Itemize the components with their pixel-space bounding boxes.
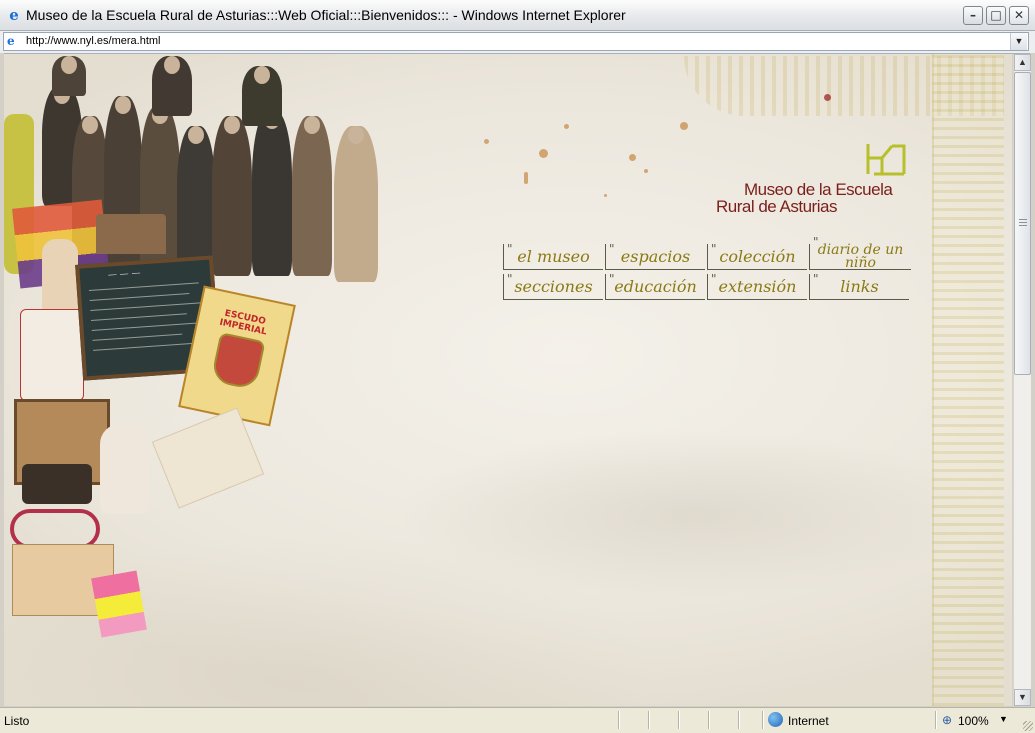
address-bar: e http://www.nyl.es/mera.html ▼ bbox=[0, 31, 1035, 54]
statue-image bbox=[42, 239, 78, 319]
page-icon: e bbox=[7, 34, 15, 48]
ink-splat bbox=[604, 194, 607, 197]
scroll-down-button[interactable]: ▼ bbox=[1014, 689, 1031, 706]
horreo-image bbox=[96, 214, 166, 254]
status-bar: Listo Internet ⊕ 100% ▼ bbox=[0, 707, 1035, 733]
url-text[interactable]: http://www.nyl.es/mera.html bbox=[26, 35, 161, 47]
book-title: ESCUDO IMPERIAL bbox=[218, 308, 268, 338]
nav-secciones[interactable]: " secciones bbox=[503, 272, 603, 300]
ink-splat bbox=[564, 124, 569, 129]
museum-logo-icon bbox=[866, 144, 906, 176]
security-zone-label: Internet bbox=[788, 714, 829, 728]
globe-icon bbox=[768, 712, 783, 727]
scroll-thumb[interactable] bbox=[1014, 72, 1031, 375]
eraser-image bbox=[91, 570, 147, 638]
status-text: Listo bbox=[4, 714, 30, 728]
nav-educacion[interactable]: " educación bbox=[605, 272, 705, 300]
doll-image bbox=[100, 424, 148, 514]
nav-links[interactable]: " links bbox=[809, 272, 909, 300]
nav-diario-de-un-nino[interactable]: " diario de un niño bbox=[809, 236, 911, 270]
coat-of-arms bbox=[210, 332, 266, 391]
resize-grip-icon[interactable] bbox=[1023, 721, 1033, 731]
sewing-machine-image bbox=[22, 464, 92, 504]
nav-extension[interactable]: " extensión bbox=[707, 272, 807, 300]
collage-image: — — — ESCUDO IMPERIAL bbox=[4, 54, 394, 654]
ink-splat bbox=[484, 139, 489, 144]
ink-splat bbox=[680, 122, 688, 130]
zoom-dropdown-icon[interactable]: ▼ bbox=[999, 714, 1008, 724]
letter-image bbox=[151, 407, 265, 509]
vertical-scrollbar[interactable]: ▲ ▼ bbox=[1013, 54, 1031, 706]
ink-splat bbox=[629, 154, 636, 161]
address-field[interactable]: e http://www.nyl.es/mera.html ▼ bbox=[3, 32, 1029, 51]
title-bar: e Museo de la Escuela Rural de Asturias:… bbox=[0, 0, 1035, 31]
museum-logo[interactable]: Museo de la Escuela Rural de Asturias bbox=[716, 134, 916, 224]
nav-el-museo[interactable]: " el museo bbox=[503, 242, 603, 270]
scroll-up-button[interactable]: ▲ bbox=[1014, 54, 1031, 71]
nav-coleccion[interactable]: " colección bbox=[707, 242, 807, 270]
scroll-grip-icon bbox=[1019, 219, 1027, 226]
address-dropdown-button[interactable]: ▼ bbox=[1010, 33, 1027, 50]
ink-splat bbox=[524, 172, 528, 184]
ornament-border bbox=[932, 54, 1004, 706]
ink-splat bbox=[644, 169, 648, 173]
ink-splat bbox=[824, 94, 831, 101]
page-content: — — — ESCUDO IMPERIAL Museo de la Escuel… bbox=[4, 54, 1012, 706]
jug-image bbox=[20, 309, 84, 401]
zoom-level[interactable]: 100% bbox=[958, 714, 989, 728]
ie-icon: e bbox=[9, 6, 19, 24]
ink-splat bbox=[539, 149, 548, 158]
nav-espacios[interactable]: " espacios bbox=[605, 242, 705, 270]
logo-text-line2: Rural de Asturias bbox=[716, 197, 837, 216]
zoom-icon[interactable]: ⊕ bbox=[942, 713, 952, 727]
toy-motorcycle-image bbox=[10, 509, 100, 549]
main-nav: " el museo " espacios " colección " diario d… bbox=[503, 236, 913, 302]
maximize-button[interactable]: □ bbox=[986, 6, 1006, 25]
close-button[interactable]: ✕ bbox=[1009, 6, 1029, 25]
minimize-button[interactable]: – bbox=[963, 6, 983, 25]
window-title: Museo de la Escuela Rural de Asturias:::… bbox=[26, 7, 626, 23]
